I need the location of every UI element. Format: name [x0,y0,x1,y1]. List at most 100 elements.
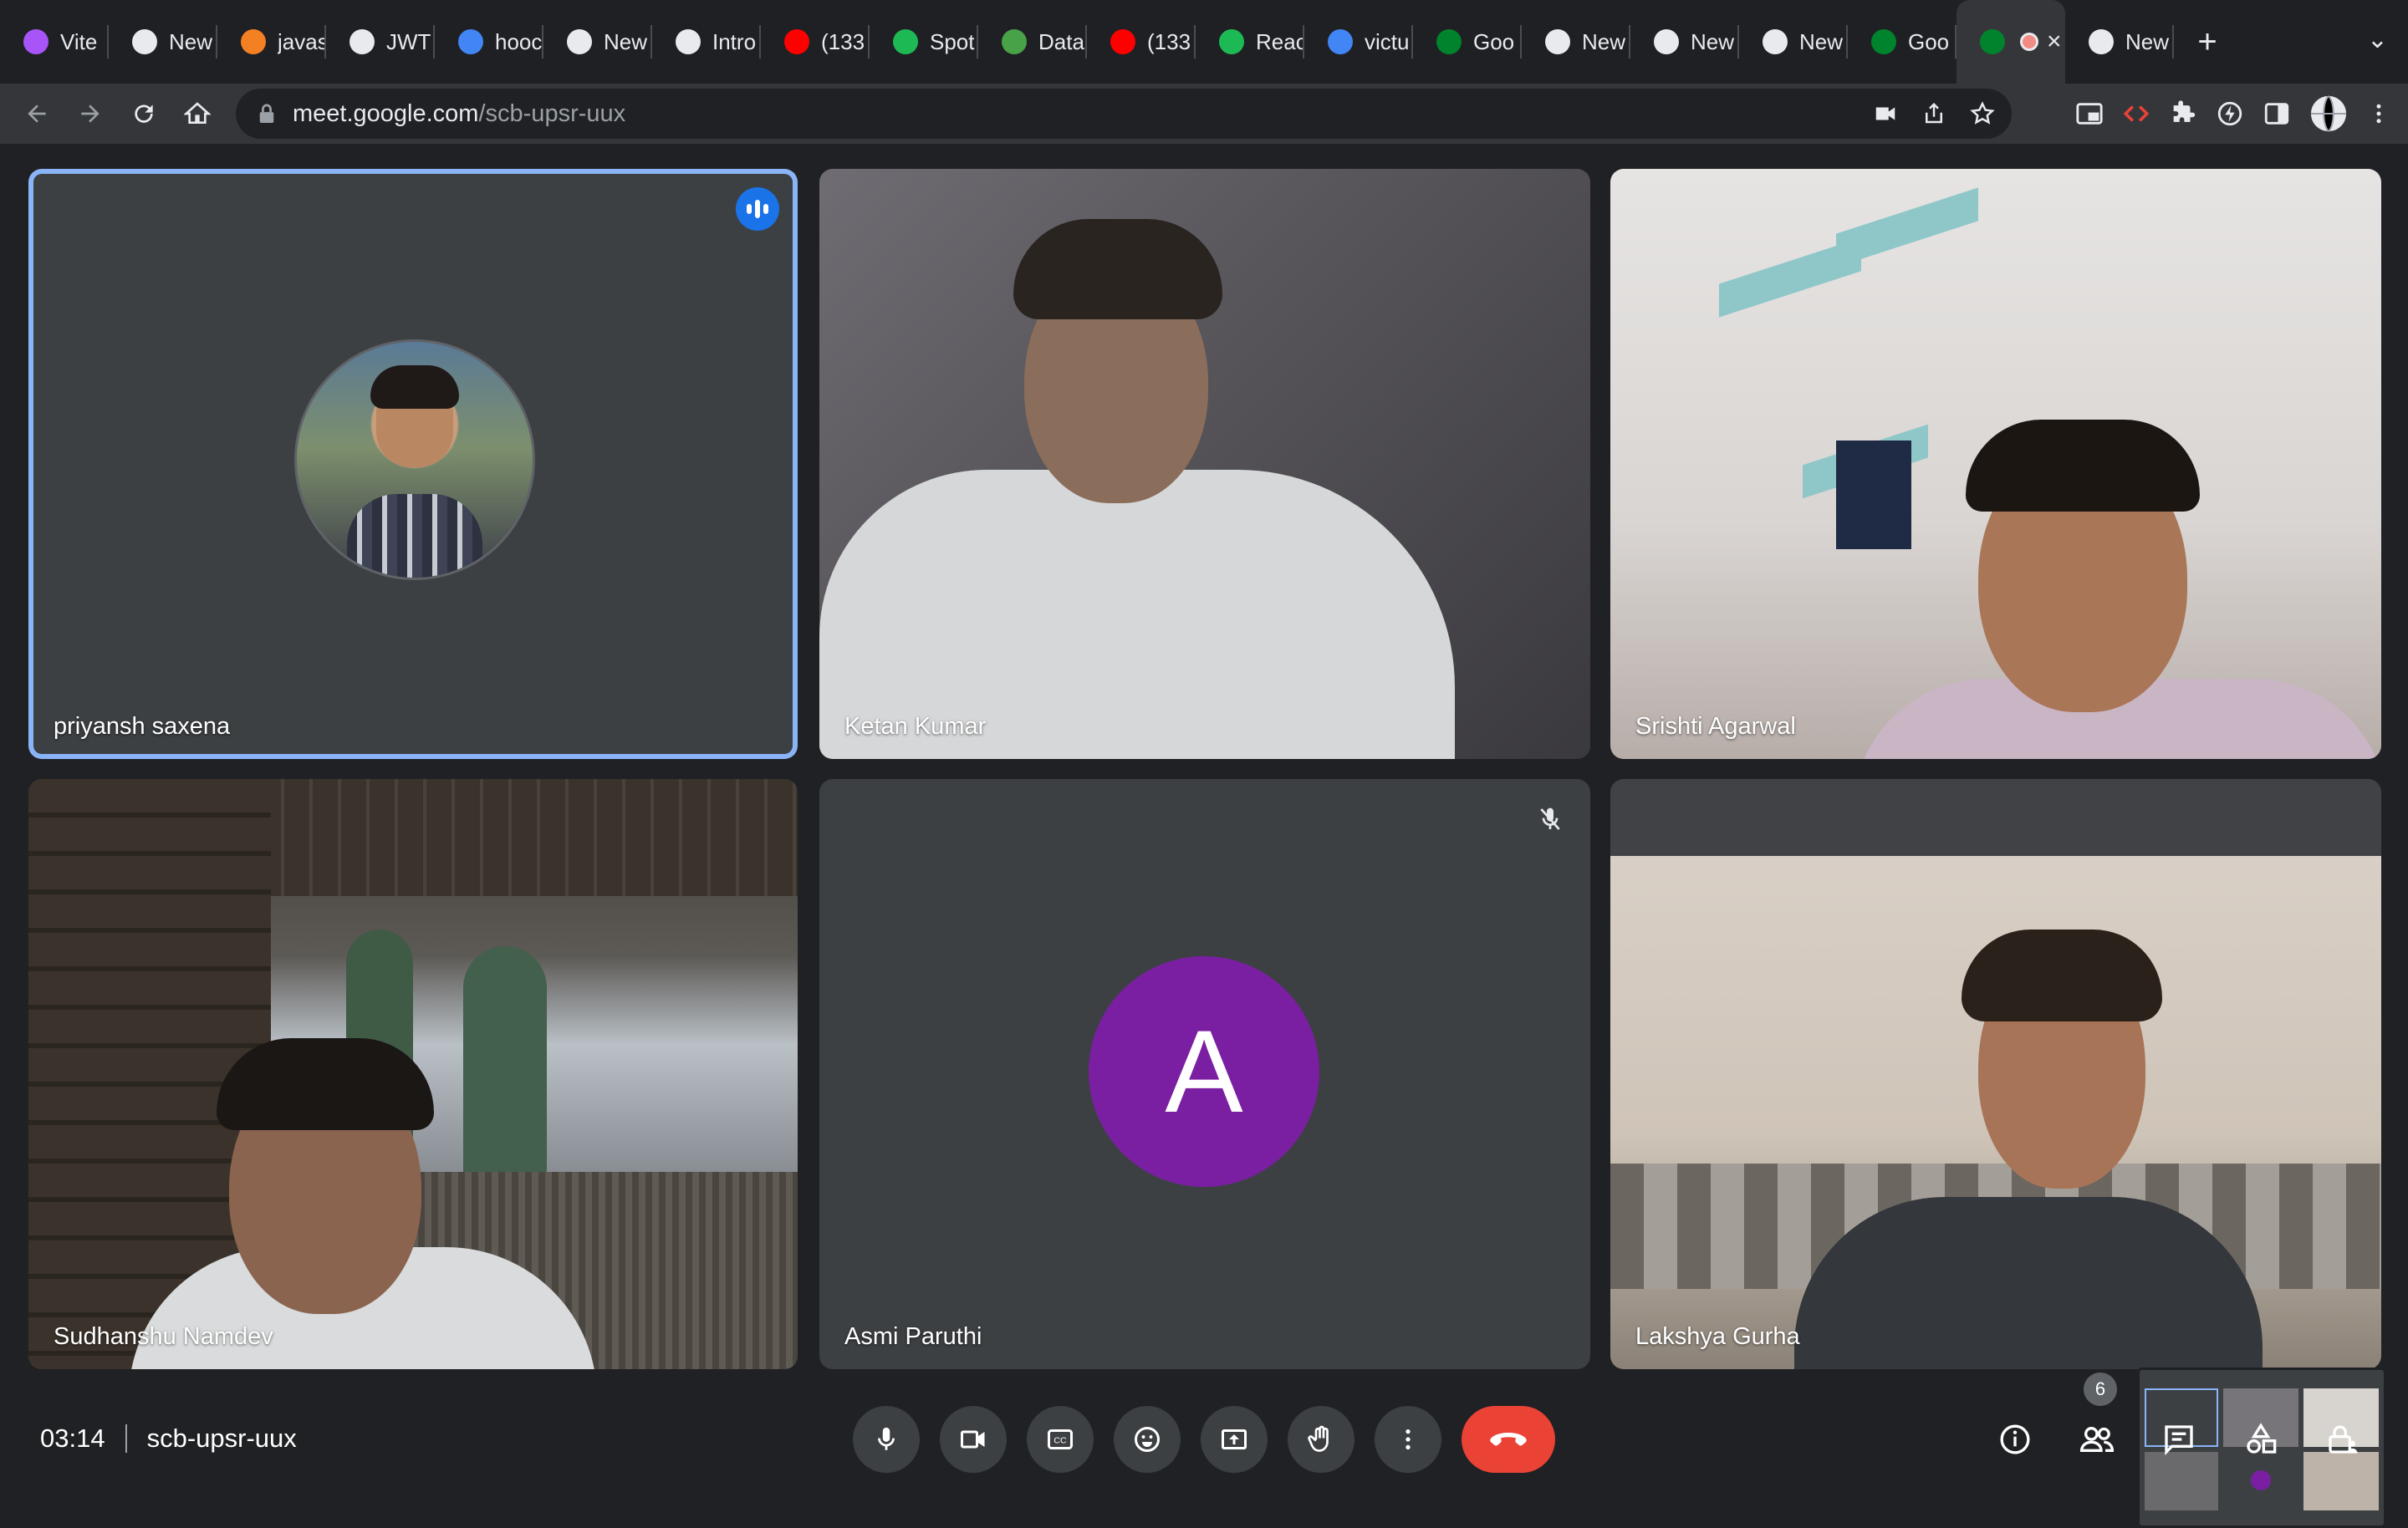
vite-icon [23,29,48,54]
home-button[interactable] [171,87,224,140]
reactions-button[interactable] [1114,1406,1181,1473]
browser-tab[interactable]: New [1739,0,1848,84]
divider [125,1424,127,1453]
lock-icon [259,104,274,123]
browser-tab[interactable]: (133 [1087,0,1196,84]
browser-tab[interactable]: Data [978,0,1087,84]
browser-tab[interactable]: New [109,0,217,84]
home-icon [184,102,211,124]
tab-title: Intro [712,28,757,54]
camera-indicator-icon[interactable] [1873,101,1898,126]
chat-button[interactable] [2147,1406,2211,1473]
browser-tab[interactable]: Vite [0,0,109,84]
tab-title: Goo [1473,28,1515,54]
meet-icon [1980,29,2005,54]
arrow-left-icon [28,104,46,123]
google-icon [458,29,483,54]
youtube-icon [784,29,809,54]
browser-tab[interactable]: New [2065,0,2174,84]
meeting-time: 03:14 [40,1424,105,1453]
participant-video [1610,169,2381,759]
host-controls-button[interactable] [2311,1406,2375,1473]
participant-tile[interactable]: priyansh saxena [28,169,798,759]
chrome-icon [567,29,592,54]
profile-avatar-icon[interactable] [2309,94,2348,133]
reload-button[interactable] [117,87,171,140]
browser-toolbar: meet.google.com/scb-upsr-uux [0,84,2408,144]
browser-tab[interactable]: New [1522,0,1630,84]
more-options-button[interactable] [1375,1406,1441,1473]
leave-call-button[interactable] [1462,1406,1555,1473]
participant-letter-avatar: A [1089,956,1319,1187]
browser-tab[interactable]: Goo [1413,0,1522,84]
call-end-icon [1490,1433,1527,1446]
forward-button[interactable] [64,87,117,140]
present-screen-button[interactable] [1201,1406,1268,1473]
chrome-icon [2089,29,2114,54]
browser-tab[interactable]: (133 [761,0,870,84]
tab-search-chevron-icon[interactable]: ⌄ [2367,25,2388,54]
side-panel-icon[interactable] [2263,99,2291,128]
svg-text:CC: CC [1054,1436,1067,1446]
browser-tab[interactable]: New [1630,0,1739,84]
participant-tile[interactable]: Sudhanshu Namdev [28,779,798,1369]
browser-tab[interactable]: victu [1304,0,1413,84]
picture-in-picture-icon[interactable] [2075,99,2104,128]
meet-icon [1871,29,1896,54]
captions-button[interactable]: CC [1027,1406,1094,1473]
share-icon[interactable] [1921,101,1946,126]
participant-tile[interactable]: Srishti Agarwal [1610,169,2381,759]
google-icon [1328,29,1353,54]
participant-name: Sudhanshu Namdev [54,1323,273,1350]
participant-tile[interactable]: Lakshya Gurha [1610,779,2381,1369]
chrome-icon [1763,29,1788,54]
participant-name: Lakshya Gurha [1635,1323,1800,1350]
microphone-button[interactable] [853,1406,920,1473]
people-button[interactable]: 6 [2065,1373,2129,1473]
mongodb-icon [1002,29,1027,54]
spotify-icon [893,29,918,54]
camera-button[interactable] [940,1406,1007,1473]
tab-title: Goo [1908,28,1950,54]
tab-title: New [1582,28,1626,54]
present-to-all-icon [1222,1429,1247,1449]
browser-tab[interactable]: javas [217,0,326,84]
call-controls: CC [853,1406,1555,1473]
browser-tab[interactable]: Goo [1848,0,1956,84]
browser-tab[interactable]: New [543,0,652,84]
browser-tab[interactable]: JWT [326,0,435,84]
tab-title: JWT [386,28,431,54]
reload-icon [135,104,153,123]
people-count-badge: 6 [2084,1373,2117,1406]
activities-button[interactable] [2229,1406,2293,1473]
browser-tab[interactable]: Reac [1196,0,1304,84]
bookmark-star-icon[interactable] [1970,101,1995,126]
browser-tab[interactable]: hooc [435,0,543,84]
meeting-side-controls: 6 [1983,1373,2375,1473]
url-text: meet.google.com/scb-upsr-uux [293,99,626,127]
participant-tile[interactable]: A Asmi Paruthi [819,779,1590,1369]
extension-bolt-icon[interactable] [2216,99,2244,128]
tab-title: Vite [60,28,98,54]
tab-title: javas [278,28,326,54]
participant-tile[interactable]: Ketan Kumar [819,169,1590,759]
raise-hand-button[interactable] [1288,1406,1354,1473]
browser-tab[interactable]: × [1956,0,2065,84]
close-tab-icon[interactable]: × [2047,28,2062,56]
participant-name: Ketan Kumar [844,713,987,740]
tab-title: Spot [930,28,975,54]
browser-tab[interactable]: Spot [870,0,978,84]
address-bar[interactable]: meet.google.com/scb-upsr-uux [236,89,2012,139]
code-extension-icon[interactable] [2122,99,2150,128]
extensions-puzzle-icon[interactable] [2169,99,2197,128]
tab-title: hooc [495,28,543,54]
chrome-icon [132,29,157,54]
back-button[interactable] [10,87,64,140]
more-vert-icon[interactable] [2366,99,2391,128]
meeting-stage: priyansh saxena Ketan Kumar Srishti Agar… [0,144,2408,1528]
meet-icon [1436,29,1462,54]
new-tab-button[interactable]: + [2174,0,2241,84]
browser-tab[interactable]: Intro [652,0,761,84]
people-icon [2079,1427,2115,1452]
meeting-details-button[interactable] [1983,1406,2047,1473]
